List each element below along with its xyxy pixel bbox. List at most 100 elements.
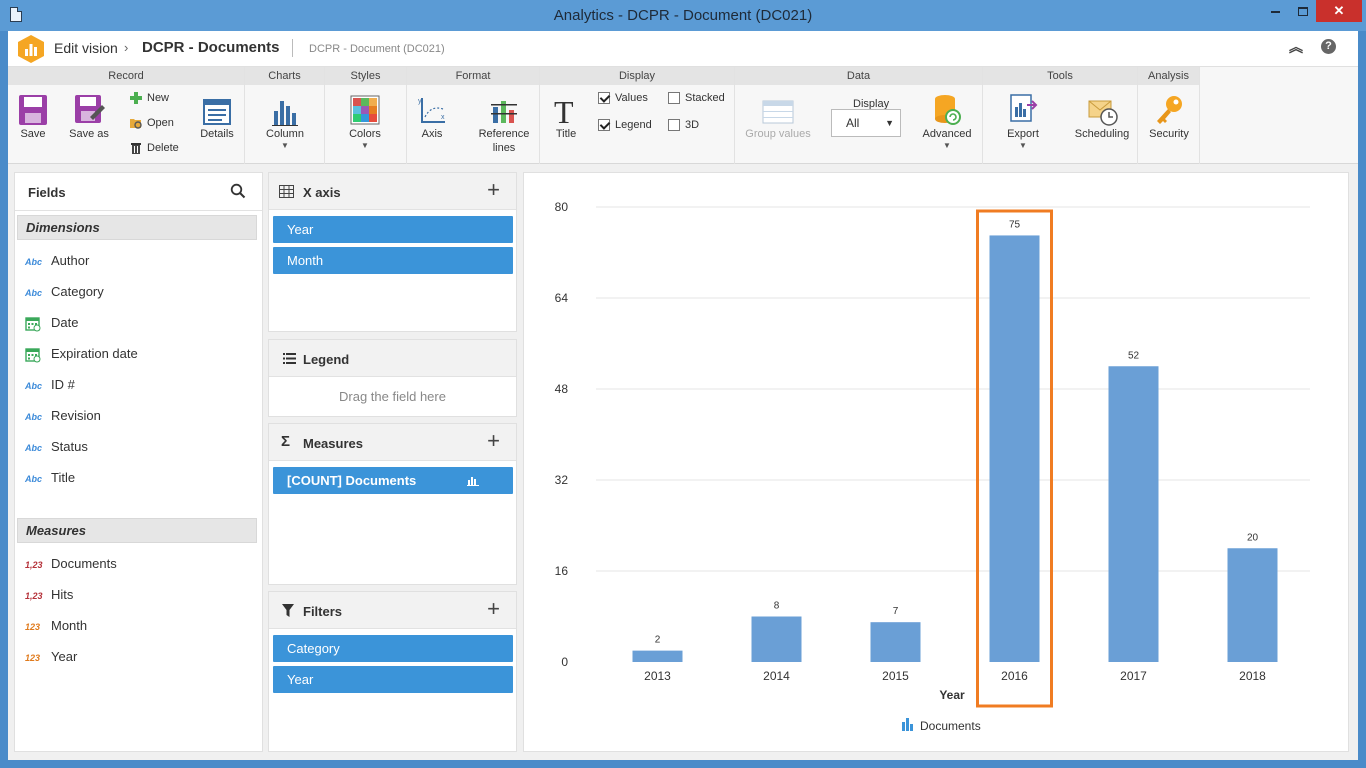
checkbox-checked[interactable]	[598, 92, 610, 105]
display-select[interactable]: All ▼	[831, 109, 901, 137]
svg-text:y: y	[418, 98, 422, 105]
column-chart-button[interactable]: Column ▼	[259, 95, 311, 151]
bar	[989, 235, 1040, 662]
ribbon-group-title: Data	[735, 67, 982, 85]
filters-panel-header: Filters +	[269, 592, 516, 629]
measure-field-label: [COUNT] Documents	[287, 473, 417, 488]
field-label: Revision	[51, 408, 101, 423]
field-item[interactable]: Date	[25, 313, 78, 333]
database-refresh-icon	[935, 95, 961, 125]
number-type-icon: 1,23	[25, 590, 43, 601]
save-icon	[19, 95, 47, 125]
save-label: Save	[20, 128, 46, 140]
y-tick-label: 64	[555, 291, 569, 305]
add-x-axis-field-button[interactable]: +	[487, 179, 500, 201]
axis-icon: y x	[418, 98, 445, 123]
checkbox-checked[interactable]	[598, 119, 610, 132]
data-label: 52	[1128, 350, 1140, 361]
delete-label: Delete	[147, 142, 179, 154]
chevron-down-icon: ▼	[885, 118, 894, 128]
values-checkbox[interactable]: Values	[598, 90, 648, 106]
legend-drop-zone[interactable]: Drag the field here	[269, 389, 516, 404]
scheduling-button[interactable]: Scheduling	[1071, 95, 1133, 141]
delete-button[interactable]: Delete	[129, 139, 179, 157]
field-item[interactable]: Expiration date	[25, 344, 138, 364]
y-tick-label: 32	[555, 473, 569, 487]
field-item[interactable]: 123 Year	[25, 647, 77, 667]
number-type-icon: 1,23	[25, 559, 43, 570]
field-item[interactable]: 123 Month	[25, 616, 87, 636]
ribbon-group-charts: Charts Column ▼	[245, 67, 325, 164]
x-axis-field-year[interactable]: Year	[273, 216, 513, 243]
save-button[interactable]: Save	[14, 93, 52, 141]
reference-lines-button[interactable]: Reference lines	[473, 95, 535, 155]
details-label: Details	[200, 128, 234, 140]
app-client-area: Edit vision › DCPR - Documents DCPR - Do…	[8, 31, 1358, 760]
open-button[interactable]: Open	[129, 114, 174, 132]
x-axis-panel-header: X axis +	[269, 173, 516, 210]
new-button[interactable]: New	[129, 89, 169, 107]
field-label: Documents	[51, 556, 117, 571]
colors-button[interactable]: Colors ▼	[340, 95, 390, 151]
checkbox-unchecked[interactable]	[668, 92, 680, 105]
trash-icon	[131, 143, 141, 155]
export-icon	[1010, 94, 1038, 122]
collapse-ribbon-icon[interactable]: ︽	[1289, 37, 1303, 57]
security-label: Security	[1149, 128, 1189, 140]
field-item[interactable]: Abc ID #	[25, 375, 75, 395]
x-axis-field-month[interactable]: Month	[273, 247, 513, 274]
title-bar: Analytics - DCPR - Document (DC021) ✕	[0, 0, 1366, 31]
data-label: 75	[1009, 219, 1021, 230]
minimize-button[interactable]	[1262, 0, 1288, 22]
filters-panel: Filters + Category Year	[268, 591, 517, 752]
legend-swatch	[910, 724, 913, 731]
advanced-button[interactable]: Advanced ▼	[919, 93, 975, 151]
scheduling-label: Scheduling	[1074, 128, 1130, 140]
bar-chart-icon[interactable]	[467, 475, 479, 486]
header-divider	[292, 39, 293, 57]
export-button[interactable]: Export ▼	[997, 93, 1049, 151]
checkbox-unchecked[interactable]	[668, 119, 680, 132]
maximize-button[interactable]	[1290, 0, 1316, 22]
text-type-icon: Abc	[25, 380, 43, 391]
search-icon[interactable]	[230, 183, 246, 199]
field-item[interactable]: Abc Category	[25, 282, 104, 302]
security-button[interactable]: Security	[1144, 93, 1194, 141]
y-tick-label: 16	[555, 564, 569, 578]
chart-panel: 0 16 32 48 64 80 2 2013 8 2014 7 2015 75 2016 52 2017 20…	[523, 172, 1349, 752]
field-item[interactable]: 1,23 Hits	[25, 585, 73, 605]
field-item[interactable]: 1,23 Documents	[25, 554, 117, 574]
measures-section-header: Measures	[17, 518, 257, 543]
close-button[interactable]: ✕	[1316, 0, 1362, 22]
filter-field-category[interactable]: Category	[273, 635, 513, 662]
measure-field-count-documents[interactable]: [COUNT] Documents	[273, 467, 513, 494]
text-type-icon: Abc	[25, 473, 43, 484]
window-title: Analytics - DCPR - Document (DC021)	[553, 7, 813, 24]
field-item[interactable]: Abc Title	[25, 468, 75, 488]
field-label: Date	[51, 315, 79, 330]
group-values-label: Group values	[745, 128, 811, 140]
legend-panel-header: Legend	[269, 340, 516, 377]
filters-title: Filters	[303, 604, 343, 619]
title-button[interactable]: T Title	[548, 95, 584, 141]
group-values-button[interactable]: Group values	[743, 97, 813, 141]
filter-field-year[interactable]: Year	[273, 666, 513, 693]
details-button[interactable]: Details	[194, 97, 240, 141]
3d-checkbox[interactable]: 3D	[668, 117, 699, 133]
edit-vision-breadcrumb[interactable]: Edit vision	[54, 40, 118, 56]
stacked-checkbox[interactable]: Stacked	[668, 90, 725, 106]
legend-checkbox[interactable]: Legend	[598, 117, 652, 133]
app-window: Analytics - DCPR - Document (DC021) ✕ Ed…	[0, 0, 1366, 768]
field-item[interactable]: Abc Status	[25, 437, 88, 457]
field-item[interactable]: Abc Revision	[25, 406, 101, 426]
3d-label: 3D	[685, 119, 700, 131]
add-filter-button[interactable]: +	[487, 598, 500, 620]
save-as-button[interactable]: Save as	[64, 93, 114, 141]
help-icon[interactable]: ?	[1321, 39, 1336, 54]
add-measure-button[interactable]: +	[487, 430, 500, 452]
axis-button[interactable]: y x Axis	[415, 95, 449, 141]
legend-swatch	[906, 718, 909, 731]
ribbon-group-title: Charts	[245, 67, 324, 85]
fields-panel: Fields Dimensions Abc Author Abc Category Da…	[14, 172, 263, 752]
field-item[interactable]: Abc Author	[25, 251, 89, 271]
